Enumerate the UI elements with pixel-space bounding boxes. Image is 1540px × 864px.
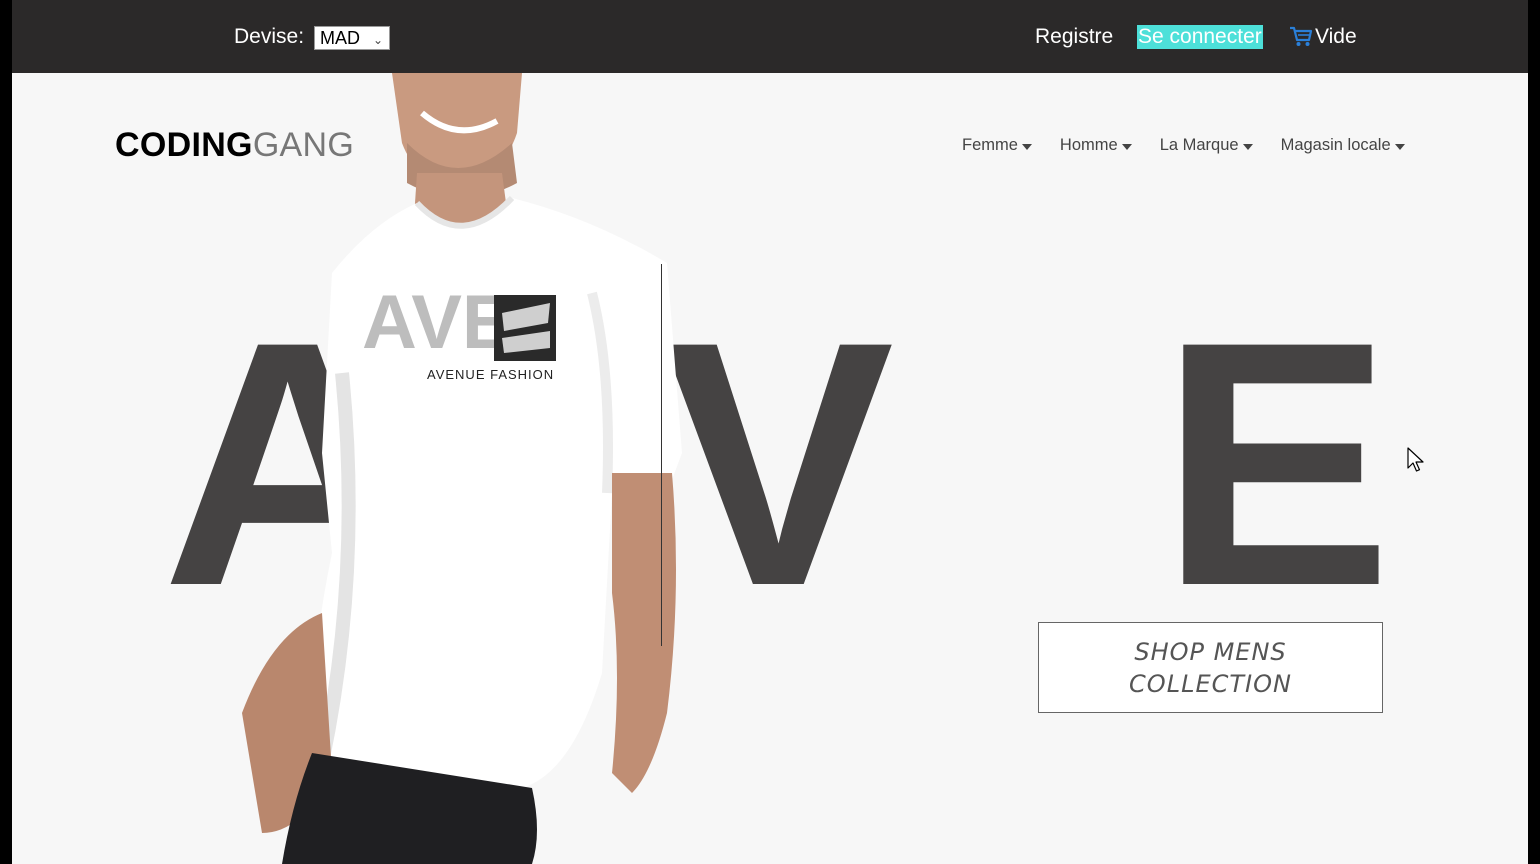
caret-down-icon	[1242, 143, 1253, 150]
hero-divider	[661, 264, 662, 646]
currency-label: Devise:	[234, 25, 305, 48]
chevron-down-icon: ⌄	[372, 33, 383, 47]
hero-letter-v: V	[662, 269, 895, 658]
caret-down-icon	[1121, 143, 1132, 150]
nav-item-label: Femme	[962, 136, 1018, 154]
shop-mens-collection-button[interactable]: SHOP MENS COLLECTION	[1038, 622, 1383, 713]
login-link[interactable]: Se connecter	[1137, 25, 1263, 49]
nav-item-label: Magasin locale	[1280, 136, 1391, 154]
shirt-logo-letters: AVE	[362, 280, 513, 365]
browser-frame: Devise: MAD ⌄ Registre Se connecter Vide…	[0, 0, 1540, 864]
cta-line-2: COLLECTION	[1129, 669, 1292, 698]
top-bar: Devise: MAD ⌄ Registre Se connecter Vide	[12, 0, 1528, 73]
currency-value: MAD	[320, 28, 360, 48]
shopping-cart-icon	[1290, 26, 1313, 46]
nav-item-homme[interactable]: Homme	[1060, 136, 1132, 155]
nav-item-femme[interactable]: Femme	[962, 136, 1032, 155]
hero-model-image: AVE AVENUE FASHION	[242, 73, 682, 864]
cart-status: Vide	[1315, 25, 1357, 48]
currency-select[interactable]: MAD ⌄	[314, 26, 390, 50]
hero-letter-e: E	[1160, 269, 1393, 658]
nav-item-magasin-locale[interactable]: Magasin locale	[1281, 136, 1405, 155]
caret-down-icon	[1021, 143, 1032, 150]
shirt-brand-text: AVENUE FASHION	[427, 367, 554, 382]
nav-item-la-marque[interactable]: La Marque	[1160, 136, 1253, 155]
cart-link[interactable]: Vide	[1289, 25, 1357, 49]
page-viewport: Devise: MAD ⌄ Registre Se connecter Vide…	[12, 0, 1528, 864]
caret-down-icon	[1394, 143, 1405, 150]
nav-item-label: Homme	[1059, 136, 1118, 154]
cta-line-1: SHOP MENS	[1134, 637, 1287, 666]
main-nav: Femme Homme La Marque Magasin locale	[962, 136, 1433, 155]
register-link[interactable]: Registre	[1035, 25, 1113, 49]
mouse-pointer-icon	[1407, 447, 1424, 472]
nav-item-label: La Marque	[1159, 136, 1239, 154]
